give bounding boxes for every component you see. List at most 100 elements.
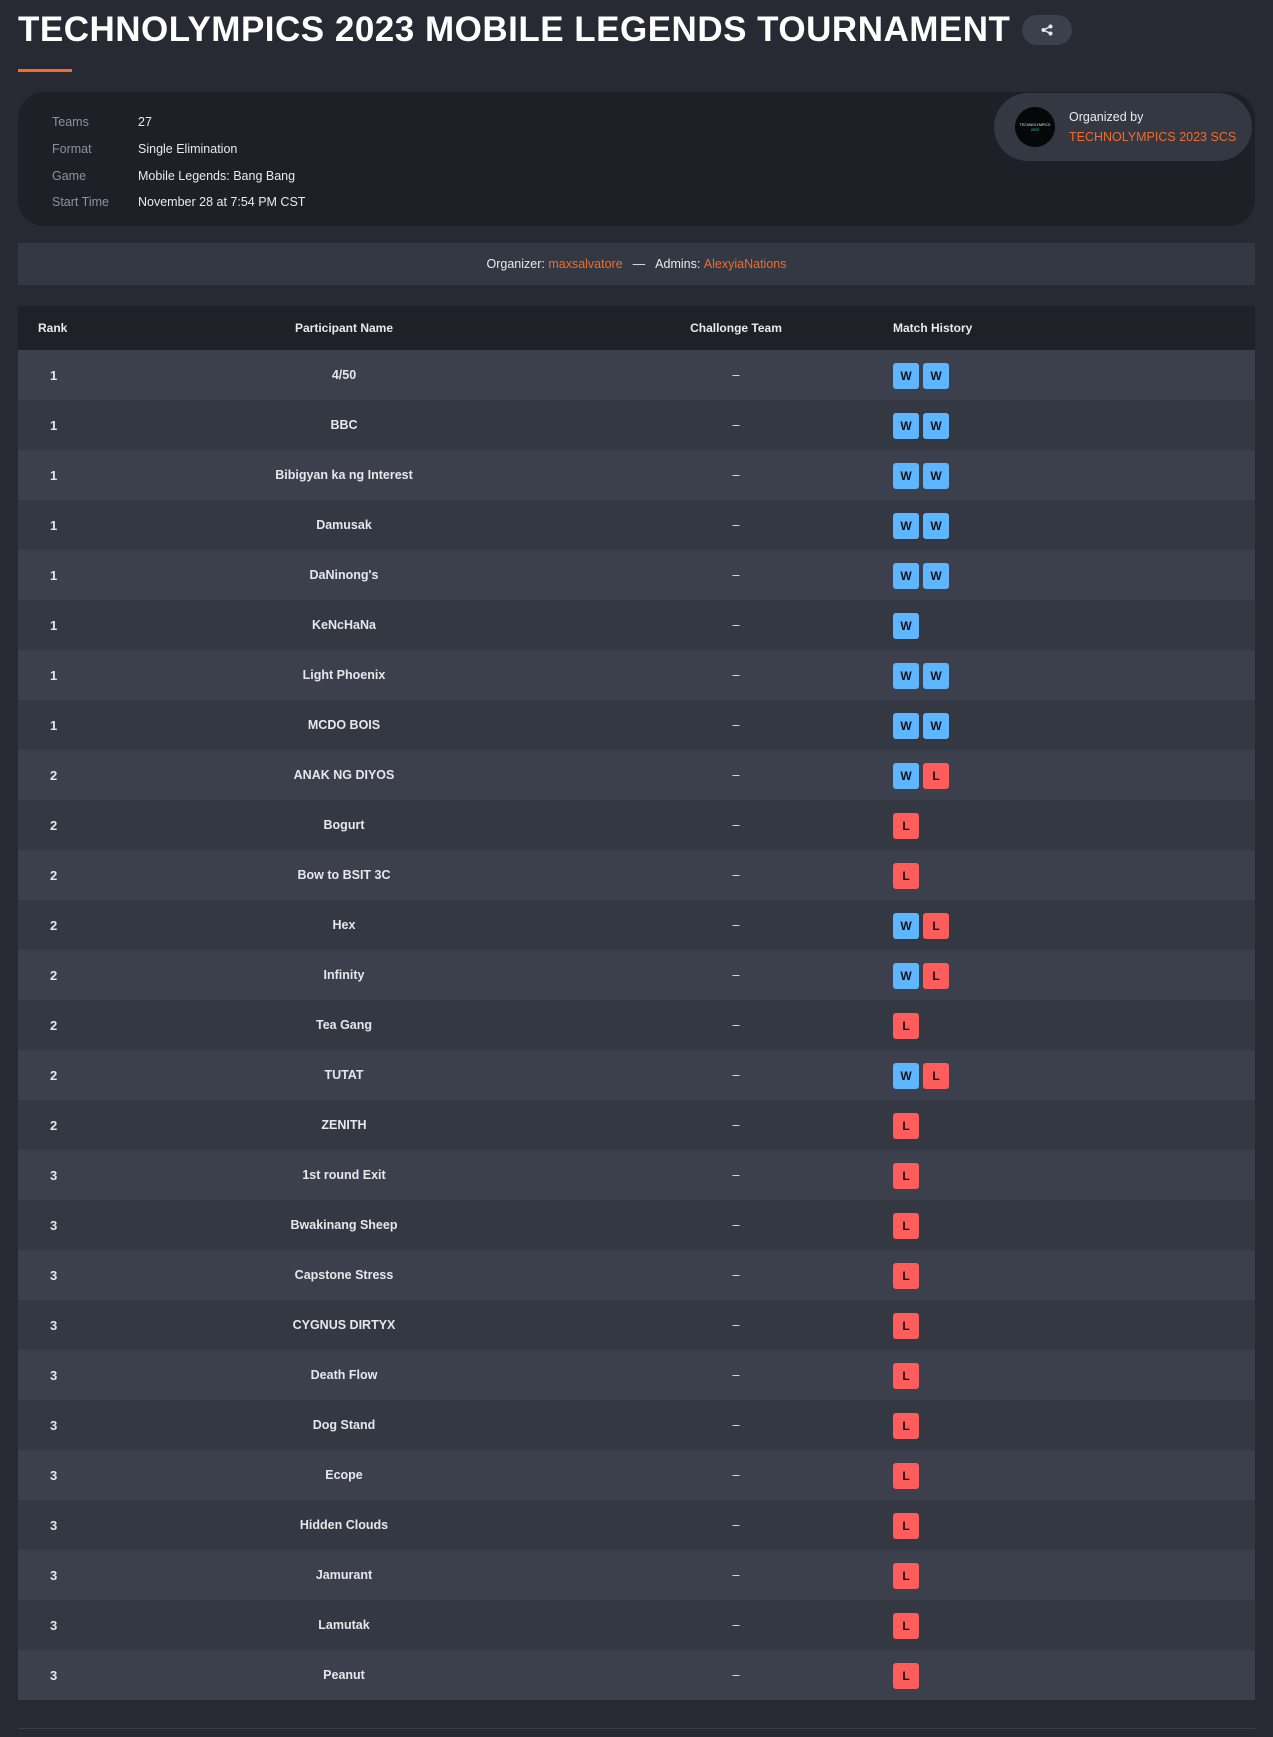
participant-name-cell: Bow to BSIT 3C	[297, 868, 391, 882]
loss-badge[interactable]: L	[893, 1363, 919, 1389]
rank-cell: 3	[50, 1267, 58, 1283]
win-badge[interactable]: W	[893, 1063, 919, 1089]
match-history-cell: WW	[884, 711, 1255, 739]
win-badge[interactable]: W	[893, 513, 919, 539]
info-value: 27	[138, 115, 152, 130]
loss-badge[interactable]: L	[893, 1163, 919, 1189]
win-badge[interactable]: W	[923, 363, 949, 389]
loss-badge[interactable]: L	[893, 1263, 919, 1289]
match-history-badges: L	[893, 1263, 1255, 1289]
match-history-badges: WW	[893, 363, 1255, 389]
match-history-cell: WW	[884, 661, 1255, 689]
loss-badge[interactable]: L	[893, 1663, 919, 1689]
match-history-badges: WW	[893, 663, 1255, 689]
table-row: 2 ANAK NG DIYOS – W L	[18, 750, 1255, 800]
match-history-cell: WW	[884, 511, 1255, 539]
organized-by-label: Organized by	[1069, 110, 1144, 124]
loss-badge[interactable]: L	[893, 863, 919, 889]
organizer-name-link[interactable]: TECHNOLYMPICS 2023 SCS	[1069, 127, 1236, 147]
win-badge[interactable]: W	[893, 613, 919, 639]
match-history-cell: L	[884, 1661, 1255, 1689]
win-badge[interactable]: W	[923, 463, 949, 489]
win-badge[interactable]: W	[923, 513, 949, 539]
info-row: Start Time November 28 at 7:54 PM CST	[52, 189, 305, 216]
match-history-cell: L	[884, 1211, 1255, 1239]
rank-cell: 2	[50, 1017, 58, 1033]
win-badge[interactable]: W	[893, 763, 919, 789]
participant-name-cell: Jamurant	[315, 1568, 373, 1582]
title-row: TECHNOLYMPICS 2023 MOBILE LEGENDS TOURNA…	[18, 8, 1073, 52]
info-label: Format	[52, 142, 92, 157]
organizer-logo-image: TECHNOLYMPICS 2023	[1015, 107, 1055, 147]
win-badge[interactable]: W	[923, 713, 949, 739]
challonge-team-cell: –	[732, 618, 740, 632]
match-history-cell: L	[884, 1611, 1255, 1639]
rank-cell: 2	[50, 1117, 58, 1133]
match-history-cell: WL	[884, 911, 1255, 939]
win-badge[interactable]: W	[893, 463, 919, 489]
participant-name-cell: Peanut	[323, 1668, 365, 1682]
loss-badge[interactable]: L	[893, 1513, 919, 1539]
loss-badge[interactable]: L	[893, 813, 919, 839]
match-history-badges: L	[893, 1463, 1255, 1489]
match-history-badges: L	[893, 1113, 1255, 1139]
match-history-badges: WW	[893, 713, 1255, 739]
loss-badge[interactable]: L	[923, 963, 949, 989]
win-badge[interactable]: W	[893, 413, 919, 439]
win-badge[interactable]: W	[893, 713, 919, 739]
match-history-cell: L	[884, 1311, 1255, 1339]
tournament-standings-page: TECHNOLYMPICS 2023 MOBILE LEGENDS TOURNA…	[0, 0, 1273, 1737]
win-badge[interactable]: W	[893, 663, 919, 689]
table-row: 3 Hidden Clouds – L	[18, 1500, 1255, 1550]
loss-badge[interactable]: L	[893, 1613, 919, 1639]
challonge-team-cell: –	[732, 918, 740, 932]
win-badge[interactable]: W	[923, 413, 949, 439]
loss-badge[interactable]: L	[923, 913, 949, 939]
loss-badge[interactable]: L	[893, 1013, 919, 1039]
win-badge[interactable]: W	[893, 563, 919, 589]
table-row: 1 BBC – W W	[18, 400, 1255, 450]
table-row: 3 Peanut – L	[18, 1650, 1255, 1700]
win-badge[interactable]: W	[893, 913, 919, 939]
rank-cell: 2	[50, 1067, 58, 1083]
share-button[interactable]	[1022, 15, 1073, 45]
loss-badge[interactable]: L	[893, 1313, 919, 1339]
rank-cell: 3	[50, 1617, 58, 1633]
info-row: Format Single Elimination	[52, 136, 305, 163]
table-row: 1 Damusak – W W	[18, 500, 1255, 550]
share-icon	[1041, 24, 1053, 36]
win-badge[interactable]: W	[893, 363, 919, 389]
match-history-badges: L	[893, 1413, 1255, 1439]
organizer-user-link[interactable]: maxsalvatore	[548, 257, 622, 271]
challonge-team-cell: –	[732, 868, 740, 882]
rank-cell: 3	[50, 1217, 58, 1233]
match-history-cell: WW	[884, 411, 1255, 439]
participant-name-cell: Ecope	[325, 1468, 363, 1482]
info-label: Start Time	[52, 195, 109, 210]
admin-user-link[interactable]: AlexyiaNations	[704, 257, 787, 271]
table-row: 2 Bow to BSIT 3C – L	[18, 850, 1255, 900]
win-badge[interactable]: W	[923, 563, 949, 589]
loss-badge[interactable]: L	[893, 1563, 919, 1589]
rank-cell: 1	[50, 467, 58, 483]
loss-badge[interactable]: L	[893, 1413, 919, 1439]
loss-badge[interactable]: L	[923, 1063, 949, 1089]
participant-name-cell: Infinity	[323, 968, 365, 982]
participant-name-cell: ZENITH	[321, 1118, 367, 1132]
match-history-badges: L	[893, 1613, 1255, 1639]
win-badge[interactable]: W	[923, 663, 949, 689]
challonge-team-cell: –	[732, 1518, 740, 1532]
match-history-badges: WL	[893, 963, 1255, 989]
organizer-pill[interactable]: TECHNOLYMPICS 2023 Organized by TECHNOLY…	[994, 93, 1252, 161]
challonge-team-cell: –	[732, 368, 740, 382]
loss-badge[interactable]: L	[893, 1113, 919, 1139]
table-row: 1 Light Phoenix – W W	[18, 650, 1255, 700]
loss-badge[interactable]: L	[923, 763, 949, 789]
win-badge[interactable]: W	[893, 963, 919, 989]
challonge-team-cell: –	[732, 1318, 740, 1332]
match-history-badges: L	[893, 1013, 1255, 1039]
loss-badge[interactable]: L	[893, 1463, 919, 1489]
table-row: 3 Death Flow – L	[18, 1350, 1255, 1400]
loss-badge[interactable]: L	[893, 1213, 919, 1239]
participant-name-cell: TUTAT	[324, 1068, 364, 1082]
